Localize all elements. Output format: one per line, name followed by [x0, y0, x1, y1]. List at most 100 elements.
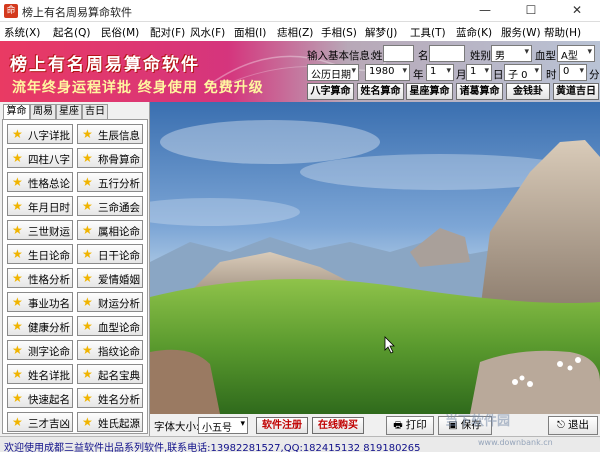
hour-unit: 时 — [546, 69, 557, 81]
function-button[interactable]: ★ 测字论命 — [7, 340, 73, 360]
print-button[interactable]: 🖶 打印 — [386, 416, 434, 435]
year-select[interactable]: 1980 — [365, 64, 410, 81]
function-button[interactable]: ★ 事业功名 — [7, 292, 73, 312]
day-unit: 日 — [493, 69, 504, 81]
buy-online-button[interactable]: 在线购买 — [312, 417, 364, 434]
function-label: 三世财运 — [28, 226, 70, 238]
star-icon: ★ — [82, 127, 93, 141]
minute-select[interactable]: 0 — [559, 64, 587, 81]
exit-label: 退出 — [567, 419, 589, 431]
gender-label: 姓别 — [470, 50, 491, 62]
star-icon: ★ — [12, 247, 23, 261]
function-button[interactable]: ★ 四柱八字 — [7, 148, 73, 168]
tab-lucky-day[interactable]: 吉日 — [82, 104, 108, 119]
function-label: 生辰信息 — [98, 130, 140, 142]
zhuge-reading-button[interactable]: 诸葛算命 — [456, 83, 503, 100]
tab-zodiac[interactable]: 星座 — [56, 104, 82, 119]
function-button[interactable]: ★ 生日论命 — [7, 244, 73, 264]
star-icon: ★ — [82, 343, 93, 357]
month-select[interactable]: 1 — [426, 64, 454, 81]
function-button[interactable]: ★ 三命通会 — [77, 196, 143, 216]
gender-select[interactable]: 男 — [491, 45, 532, 62]
surname-input[interactable] — [383, 45, 414, 62]
exit-icon: ⎋ — [557, 420, 565, 431]
star-icon: ★ — [12, 295, 23, 309]
register-button[interactable]: 软件注册 — [256, 417, 308, 434]
zodiac-reading-button[interactable]: 星座算命 — [406, 83, 453, 100]
tab-zhouyi[interactable]: 周易 — [30, 104, 56, 119]
day-select[interactable]: 1 — [466, 64, 492, 81]
tab-fortune[interactable]: 算命 — [3, 104, 30, 119]
function-label: 快速起名 — [28, 394, 70, 406]
menu-service[interactable]: 服务(W) — [501, 25, 541, 40]
hour-select[interactable]: 子 0 — [504, 64, 542, 81]
menu-dream[interactable]: 解梦(J) — [365, 25, 397, 40]
function-button[interactable]: ★ 属相论命 — [77, 220, 143, 240]
exit-button[interactable]: ⎋ 退出 — [548, 416, 598, 435]
function-button[interactable]: ★ 日干论命 — [77, 244, 143, 264]
menu-mole[interactable]: 痣相(Z) — [277, 25, 313, 40]
function-button[interactable]: ★ 财运分析 — [77, 292, 143, 312]
star-icon: ★ — [12, 415, 23, 429]
function-label: 属相论命 — [98, 226, 140, 238]
font-size-select[interactable]: 小五号 — [198, 417, 248, 434]
function-label: 事业功名 — [28, 298, 70, 310]
function-button[interactable]: ★ 三世财运 — [7, 220, 73, 240]
maximize-button[interactable]: ☐ — [508, 0, 554, 22]
bazi-reading-button[interactable]: 八字算命 — [307, 83, 354, 100]
function-label: 年月日时 — [28, 202, 70, 214]
landscape-illustration — [150, 120, 600, 414]
coin-divination-button[interactable]: 金钱卦 — [506, 83, 550, 100]
menu-help[interactable]: 帮助(H) — [544, 25, 581, 40]
function-button[interactable]: ★ 年月日时 — [7, 196, 73, 216]
function-label: 称骨算命 — [98, 154, 140, 166]
function-label: 生日论命 — [28, 250, 70, 262]
function-button[interactable]: ★ 五行分析 — [77, 172, 143, 192]
function-button[interactable]: ★ 姓名分析 — [77, 388, 143, 408]
function-label: 健康分析 — [28, 322, 70, 334]
function-button[interactable]: ★ 血型论命 — [77, 316, 143, 336]
menu-tools[interactable]: 工具(T) — [410, 25, 446, 40]
function-label: 三命通会 — [98, 202, 140, 214]
function-label: 姓氏起源 — [98, 418, 140, 430]
function-button[interactable]: ★ 称骨算命 — [77, 148, 143, 168]
function-button[interactable]: ★ 爱情婚姻 — [77, 268, 143, 288]
menu-fortune[interactable]: 蓝命(K) — [456, 25, 492, 40]
menu-palm[interactable]: 手相(S) — [321, 25, 357, 40]
star-icon: ★ — [82, 295, 93, 309]
function-label: 性格分析 — [28, 274, 70, 286]
function-button[interactable]: ★ 起名宝典 — [77, 364, 143, 384]
calendar-type-select[interactable]: 公历日期 — [307, 64, 359, 81]
function-button[interactable]: ★ 八字详批 — [7, 124, 73, 144]
star-icon: ★ — [12, 271, 23, 285]
menu-fengshui[interactable]: 风水(F) — [190, 25, 225, 40]
menu-folk[interactable]: 民俗(M) — [101, 25, 139, 40]
blood-type-label: 血型 — [535, 50, 556, 62]
menu-face[interactable]: 面相(I) — [234, 25, 266, 40]
watermark-url: www.downbank.cn — [478, 438, 553, 447]
auspicious-day-button[interactable]: 黄道吉日 — [553, 83, 599, 100]
menu-match[interactable]: 配对(F) — [150, 25, 185, 40]
function-button[interactable]: ★ 健康分析 — [7, 316, 73, 336]
function-button[interactable]: ★ 快速起名 — [7, 388, 73, 408]
function-button[interactable]: ★ 姓氏起源 — [77, 412, 143, 432]
function-label: 性格总论 — [28, 178, 70, 190]
function-button[interactable]: ★ 姓名详批 — [7, 364, 73, 384]
function-button[interactable]: ★ 指纹论命 — [77, 340, 143, 360]
function-label: 起名宝典 — [98, 370, 140, 382]
menu-system[interactable]: 系统(X) — [4, 25, 40, 40]
function-label: 五行分析 — [98, 178, 140, 190]
menu-naming[interactable]: 起名(Q) — [53, 25, 90, 40]
function-button[interactable]: ★ 性格总论 — [7, 172, 73, 192]
landscape-scene — [150, 102, 600, 414]
function-label: 爱情婚姻 — [98, 274, 140, 286]
blood-type-select[interactable]: A型 — [557, 45, 595, 62]
minimize-button[interactable]: — — [462, 0, 508, 22]
name-reading-button[interactable]: 姓名算命 — [357, 83, 404, 100]
watermark-logo: 当下软件园 — [445, 414, 511, 429]
function-button[interactable]: ★ 性格分析 — [7, 268, 73, 288]
function-button[interactable]: ★ 三才吉凶 — [7, 412, 73, 432]
close-button[interactable]: ✕ — [554, 0, 600, 22]
function-button[interactable]: ★ 生辰信息 — [77, 124, 143, 144]
given-name-input[interactable] — [429, 45, 465, 62]
